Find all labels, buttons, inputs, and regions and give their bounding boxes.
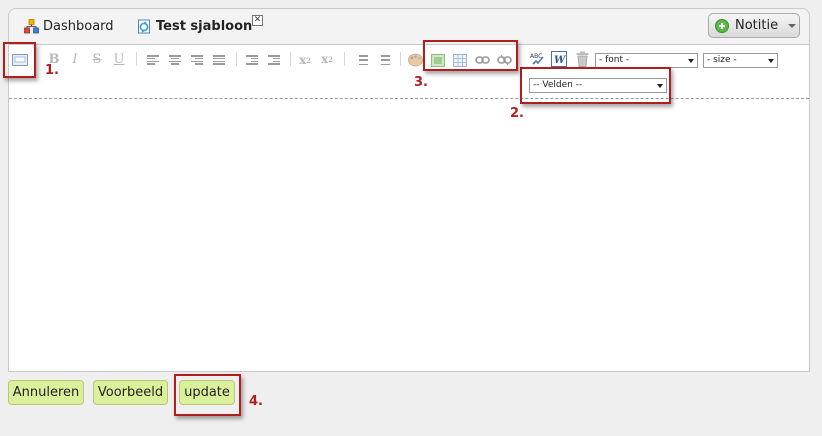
toolbar-divider (400, 52, 401, 66)
toolbar-divider (344, 52, 345, 66)
toolbar-divider (290, 52, 291, 66)
annotation-box-1 (3, 42, 36, 78)
ordered-list-icon[interactable] (352, 51, 370, 69)
chevron-down-icon (768, 59, 774, 63)
font-select[interactable]: - font - (595, 53, 698, 68)
word-paste-icon[interactable]: W (550, 50, 568, 68)
tab-dashboard[interactable]: Dashboard (24, 15, 114, 37)
toolbar-divider (236, 52, 237, 66)
annotation-label-4: 4. (249, 394, 263, 409)
subscript-icon[interactable]: x2 (296, 51, 314, 69)
tab-close-icon[interactable]: ✕ (252, 15, 263, 26)
header: Dashboard Test sjabloon ✕ Notitie (0, 0, 822, 44)
chevron-down-icon (688, 59, 694, 63)
trash-icon[interactable] (573, 50, 591, 68)
outdent-icon[interactable] (243, 51, 261, 69)
tab-panel (8, 8, 810, 44)
annotation-label-2: 2. (510, 106, 524, 121)
size-select-value: - size - (707, 55, 737, 65)
italic-icon[interactable]: I (66, 50, 84, 68)
annuleren-button[interactable]: Annuleren (8, 380, 84, 405)
template-icon (137, 19, 152, 34)
size-select[interactable]: - size - (703, 53, 778, 68)
annotation-label-3: 3. (414, 75, 428, 90)
voorbeeld-button[interactable]: Voorbeeld (93, 380, 168, 405)
dashboard-icon (24, 18, 39, 34)
annotation-box-2 (520, 67, 671, 104)
font-select-value: - font - (599, 55, 630, 65)
strikethrough-icon[interactable]: S (88, 50, 106, 68)
align-center-icon[interactable] (166, 51, 184, 69)
tab-dashboard-label: Dashboard (43, 18, 114, 34)
superscript-icon[interactable]: x2 (318, 50, 336, 68)
toolbar-divider (136, 52, 137, 66)
notitie-button[interactable]: Notitie (708, 13, 800, 38)
tab-test-sjabloon-label: Test sjabloon (156, 18, 253, 34)
align-right-icon[interactable] (188, 51, 206, 69)
page-root: Dashboard Test sjabloon ✕ Notitie B I S … (0, 0, 822, 436)
svg-text:W: W (554, 55, 567, 66)
underline-icon[interactable]: U (110, 50, 128, 68)
notitie-button-label: Notitie (735, 18, 779, 33)
indent-icon[interactable] (265, 51, 283, 69)
annotation-box-4 (174, 374, 241, 416)
editor-content-area[interactable] (9, 100, 809, 371)
editor-toolbar: B I S U x2 x2 ABC W - font - - size - --… (9, 45, 809, 99)
annotation-label-1: 1. (45, 63, 59, 78)
annotation-box-3 (423, 40, 518, 71)
tab-test-sjabloon[interactable]: Test sjabloon (137, 15, 252, 37)
align-left-icon[interactable] (144, 51, 162, 69)
chevron-down-icon (788, 23, 797, 28)
unordered-list-icon[interactable] (374, 51, 392, 69)
align-justify-icon[interactable] (210, 51, 228, 69)
plus-circle-icon (715, 18, 729, 33)
spellcheck-icon[interactable]: ABC (528, 50, 546, 68)
rich-text-editor: B I S U x2 x2 ABC W - font - - size - --… (8, 44, 810, 372)
color-palette-icon[interactable] (406, 51, 424, 69)
